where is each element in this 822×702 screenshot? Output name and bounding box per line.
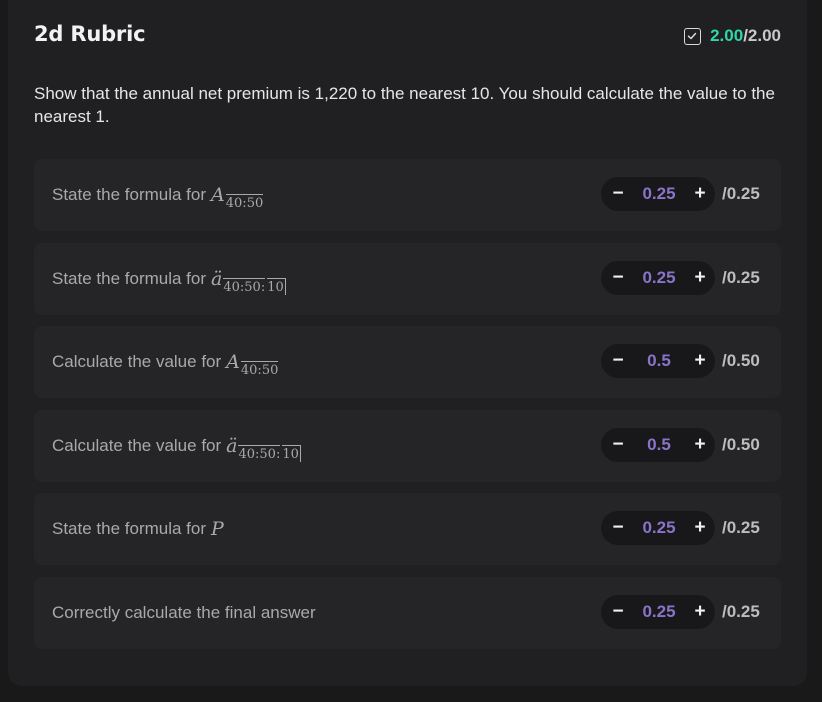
checkbox-check-icon — [684, 27, 702, 45]
score-stepper: − 0.25 + — [601, 177, 715, 211]
criterion-label: Calculate the value for ä40:50: 10 — [52, 410, 301, 482]
score-stepper: − 0.25 + — [601, 511, 715, 546]
math-subscript: 40:50: — [223, 277, 266, 295]
math-angle: 10 — [282, 444, 301, 462]
decrement-button[interactable]: − — [611, 344, 625, 378]
math-subscript: 40:50: — [238, 444, 281, 462]
math-symbol: A — [226, 351, 240, 374]
criterion-math: ä40:50: 10 — [211, 267, 286, 295]
criterion-label: Calculate the value for A40:50 — [52, 326, 279, 398]
criterion-text: State the formula for — [52, 519, 207, 539]
math-symbol: ä — [226, 434, 238, 457]
decrement-button[interactable]: − — [611, 428, 625, 462]
max-score: /0.25 — [722, 518, 760, 538]
math-angle: 10 — [267, 277, 286, 295]
max-score: /0.25 — [722, 184, 760, 203]
criteria-list: State the formula for A40:50 − 0.25 + /0… — [34, 159, 781, 661]
score-value: 0.25 — [642, 601, 676, 621]
criterion-math: A40:50 — [211, 184, 264, 211]
decrement-button[interactable]: − — [611, 177, 625, 211]
increment-button[interactable]: + — [693, 344, 707, 378]
question-text: Show that the annual net premium is 1,22… — [34, 84, 775, 126]
increment-button[interactable]: + — [693, 428, 707, 462]
increment-button[interactable]: + — [693, 177, 707, 211]
increment-button[interactable]: + — [693, 595, 707, 629]
score-stepper: − 0.5 + — [601, 344, 715, 379]
criterion-text: State the formula for — [52, 268, 207, 288]
math-symbol: P — [211, 518, 224, 541]
max-score: /0.25 — [722, 601, 760, 621]
criterion-text: Correctly calculate the final answer — [52, 602, 316, 622]
score-stepper: − 0.5 + — [601, 427, 715, 462]
math-symbol: ä — [211, 267, 223, 290]
increment-button[interactable]: + — [693, 511, 707, 545]
criterion-row: Calculate the value for ä40:50: 10 − 0.5 … — [34, 409, 781, 482]
increment-button[interactable]: + — [693, 261, 707, 295]
criterion-row: Correctly calculate the final answer − 0… — [34, 576, 781, 649]
score-value: 0.25 — [642, 267, 676, 287]
decrement-button[interactable]: − — [611, 261, 625, 295]
score-stepper: − 0.25 + — [601, 594, 715, 629]
max-score: /0.50 — [722, 351, 760, 371]
criterion-label: State the formula for P — [52, 493, 224, 565]
criterion-math: P — [211, 518, 224, 540]
math-subscript: 40:50 — [240, 361, 279, 379]
criterion-label: State the formula for A40:50 — [52, 159, 264, 231]
criterion-row: State the formula for ä40:50: 10 − 0.25 +… — [34, 242, 781, 315]
score-stepper: − 0.25 + — [601, 260, 715, 295]
total-score: 2.00/2.00 — [684, 26, 781, 46]
criterion-label: Correctly calculate the final answer — [52, 577, 316, 649]
max-score: /0.25 — [722, 267, 760, 287]
criterion-math: ä40:50: 10 — [226, 434, 301, 462]
math-symbol: A — [211, 184, 225, 206]
criterion-row: State the formula for P − 0.25 + /0.25 — [34, 493, 781, 566]
decrement-button[interactable]: − — [611, 595, 625, 629]
math-subscript: 40:50 — [225, 194, 264, 211]
criterion-row: Calculate the value for A40:50 − 0.5 + /… — [34, 326, 781, 399]
criterion-label: State the formula for ä40:50: 10 — [52, 243, 286, 315]
criterion-text: State the formula for — [52, 185, 207, 204]
rubric-panel: 2d Rubric 2.00/2.00 Show that the annual… — [8, 0, 807, 686]
criterion-row: State the formula for A40:50 − 0.25 + /0… — [34, 159, 781, 231]
criterion-math: A40:50 — [226, 351, 279, 379]
max-score: /0.50 — [722, 434, 760, 454]
decrement-button[interactable]: − — [611, 511, 625, 545]
criterion-text: Calculate the value for — [52, 435, 222, 455]
score-value: 0.5 — [647, 351, 671, 371]
score-total: /2.00 — [743, 26, 781, 45]
score-earned: 2.00 — [710, 26, 744, 45]
score-value: 0.25 — [642, 184, 676, 203]
score-value: 0.25 — [642, 518, 676, 538]
score-value: 0.5 — [647, 434, 671, 454]
rubric-title: 2d Rubric — [34, 22, 146, 46]
criterion-text: Calculate the value for — [52, 352, 222, 372]
